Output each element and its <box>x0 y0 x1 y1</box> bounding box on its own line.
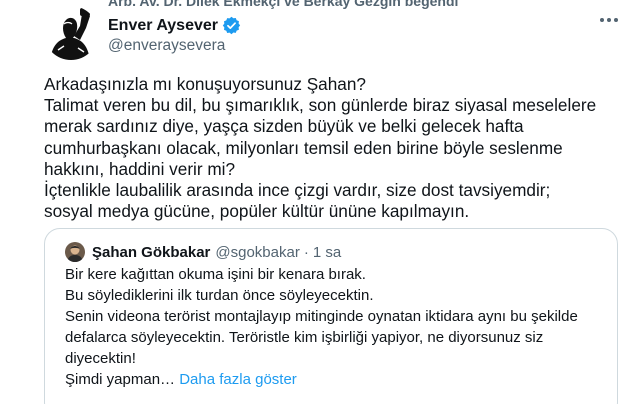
quoted-text-line: diyecektin! <box>65 350 136 367</box>
quoted-text-line: Bu söylediklerini ilk turdan önce söyley… <box>65 287 374 304</box>
quoted-tweet-time[interactable]: 1 sa <box>313 244 341 261</box>
quoted-tweet-text: Bir kere kağıttan okuma işini bir kenara… <box>65 264 605 390</box>
quoted-text-line: Senin videona terörist montajlayıp mitin… <box>65 308 578 325</box>
quoted-author-name[interactable]: Şahan Gökbakar <box>92 244 210 261</box>
separator-dot: · <box>303 243 309 261</box>
author-name[interactable]: Enver Aysever <box>108 17 218 35</box>
quoted-text-last-line: Şimdi yapman… Daha fazla göster <box>65 369 605 390</box>
tweet-text-line: İçtenlikle laubalilik arasında ince çizg… <box>44 180 551 201</box>
tweet-text-line: Arkadaşınızla mı konuşuyorsunuz Şahan? <box>44 74 366 94</box>
more-horizontal-icon[interactable] <box>597 12 621 28</box>
quoted-text-line: defalarca söyleyecektin. Teröristle kim … <box>65 329 544 346</box>
tweet-text: Arkadaşınızla mı konuşuyorsunuz Şahan? T… <box>44 74 624 222</box>
avatar-illustration <box>44 6 98 60</box>
tweet-text-line: Talimat veren bu dil, bu şımarıklık, son… <box>44 95 597 116</box>
quoted-author-handle[interactable]: @sgokbakar <box>215 244 299 261</box>
author-handle[interactable]: @enveraysevera <box>108 37 225 55</box>
tweet-text-line: merak sardınız diye, yaşça sizden büyük … <box>44 116 524 137</box>
social-context[interactable]: Arb. Av. Dr. Dilek Ekmekçi ve Berkay Gez… <box>108 0 458 9</box>
quoted-tweet-header: Şahan Gökbakar @sgokbakar · 1 sa <box>65 242 341 262</box>
author-name-row[interactable]: Enver Aysever <box>108 16 241 35</box>
quoted-tweet[interactable]: Şahan Gökbakar @sgokbakar · 1 sa Bir ker… <box>44 228 618 404</box>
verified-badge-icon <box>222 16 241 35</box>
tweet-card: Arb. Av. Dr. Dilek Ekmekçi ve Berkay Gez… <box>0 0 634 404</box>
avatar[interactable] <box>44 6 98 60</box>
tweet-text-line: sosyal medya gücüne, popüler kültür ünün… <box>44 201 470 222</box>
tweet-text-line: cumhurbaşkanı olacak, milyonları temsil … <box>44 137 563 158</box>
quoted-text-line: Bir kere kağıttan okuma işini bir kenara… <box>65 266 366 283</box>
show-more-link[interactable]: Daha fazla göster <box>179 371 297 388</box>
truncated-text: Şimdi yapman… <box>65 371 176 388</box>
quoted-author-avatar[interactable] <box>65 242 85 262</box>
tweet-text-line: hakkını, haddini verir mi? <box>44 158 236 179</box>
